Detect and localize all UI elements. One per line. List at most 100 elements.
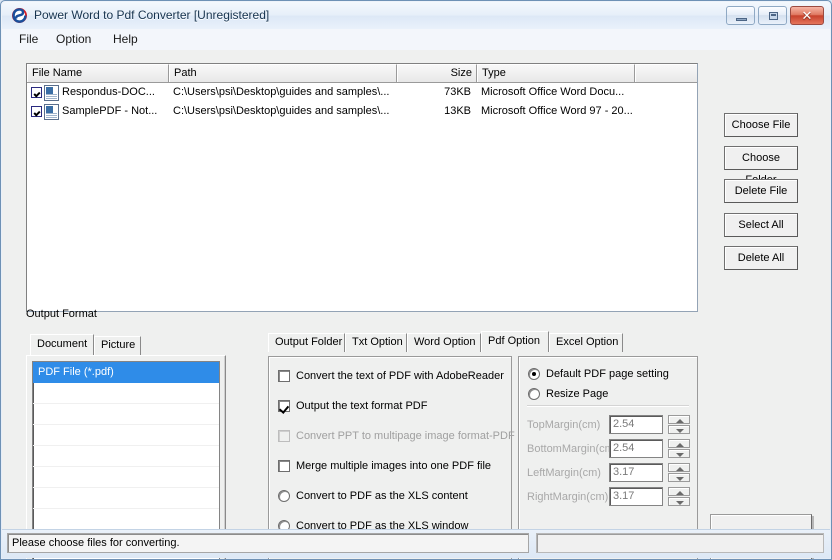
menu-item-file[interactable]: File (12, 32, 45, 47)
option-label: Default PDF page setting (546, 368, 669, 380)
window-title: Power Word to Pdf Converter [Unregistere… (34, 8, 270, 22)
option-output-text-format-pdf[interactable]: Output the text format PDF (278, 398, 427, 414)
window-controls: ✕ (726, 6, 824, 25)
word-document-icon (44, 103, 59, 120)
bottom-margin-label: BottomMargin(cm) (527, 442, 618, 455)
tab-txt-option[interactable]: Txt Option (345, 333, 407, 352)
option-label: Convert the text of PDF with AdobeReader (296, 370, 504, 382)
list-item[interactable]: PDF File (*.pdf) (33, 362, 219, 383)
stepper-up-icon[interactable] (668, 415, 690, 424)
option-pdf-xls-content[interactable]: Convert to PDF as the XLS content (278, 488, 468, 504)
left-margin-input[interactable]: 3.17 (609, 463, 663, 482)
list-item (33, 488, 219, 509)
row-checkbox[interactable] (31, 106, 42, 117)
option-convert-ppt-multipage: Convert PPT to multipage image format-PD… (278, 428, 515, 444)
maximize-icon (769, 12, 778, 20)
top-margin-stepper[interactable] (668, 415, 690, 434)
left-margin-stepper[interactable] (668, 463, 690, 482)
option-label: Convert PPT to multipage image format-PD… (296, 430, 515, 442)
right-margin-input[interactable]: 3.17 (609, 487, 663, 506)
margin-row-top: TopMargin(cm) 2.54 (527, 415, 690, 434)
stepper-up-icon[interactable] (668, 439, 690, 448)
delete-all-button[interactable]: Delete All (724, 246, 798, 270)
file-list-header: File Name Path Size Type (27, 64, 697, 83)
bottom-margin-stepper[interactable] (668, 439, 690, 458)
choose-file-button[interactable]: Choose File (724, 113, 798, 137)
select-all-button[interactable]: Select All (724, 213, 798, 237)
tab-excel-option[interactable]: Excel Option (549, 333, 623, 352)
file-type-cell: Microsoft Office Word Docu... (481, 86, 625, 98)
column-header-blank[interactable] (635, 64, 697, 82)
table-row[interactable]: SamplePDF - Not... C:\Users\psi\Desktop\… (27, 102, 697, 121)
file-list[interactable]: File Name Path Size Type Respondus-DOC..… (26, 63, 698, 312)
checkbox-icon[interactable] (278, 400, 290, 412)
right-margin-stepper[interactable] (668, 487, 690, 506)
list-item (33, 404, 219, 425)
close-button[interactable]: ✕ (790, 6, 824, 25)
app-window: Power Word to Pdf Converter [Unregistere… (0, 0, 832, 560)
list-item (33, 425, 219, 446)
minimize-button[interactable] (726, 6, 755, 25)
option-label: Output the text format PDF (296, 400, 428, 412)
top-margin-label: TopMargin(cm) (527, 418, 601, 431)
menu-item-help[interactable]: Help (106, 32, 145, 47)
option-convert-text-adobereader[interactable]: Convert the text of PDF with AdobeReader (278, 368, 504, 384)
radio-icon[interactable] (528, 368, 540, 380)
checkbox-icon[interactable] (278, 370, 290, 382)
bottom-margin-input[interactable]: 2.54 (609, 439, 663, 458)
stepper-down-icon[interactable] (668, 425, 690, 434)
column-header-file-name[interactable]: File Name (27, 64, 169, 82)
radio-icon[interactable] (528, 388, 540, 400)
file-name-cell: SamplePDF - Not... (27, 102, 169, 121)
table-row[interactable]: Respondus-DOC... C:\Users\psi\Desktop\gu… (27, 83, 697, 102)
word-document-icon (44, 84, 59, 101)
file-name-text: Respondus-DOC... (62, 86, 155, 98)
stepper-down-icon[interactable] (668, 473, 690, 482)
file-size-cell: 13KB (444, 105, 471, 117)
file-list-rows: Respondus-DOC... C:\Users\psi\Desktop\gu… (27, 83, 697, 311)
margin-row-bottom: BottomMargin(cm) 2.54 (527, 439, 690, 458)
column-header-path[interactable]: Path (169, 64, 397, 82)
file-type-cell: Microsoft Office Word 97 - 20... (481, 105, 633, 117)
margin-row-left: LeftMargin(cm) 3.17 (527, 463, 690, 482)
checkbox-icon[interactable] (278, 460, 290, 472)
minimize-icon (736, 18, 747, 21)
list-item (33, 446, 219, 467)
radio-default-pdf-page-setting[interactable]: Default PDF page setting (528, 366, 669, 382)
list-item (33, 509, 219, 530)
tab-output-folder[interactable]: Output Folder (268, 333, 345, 352)
radio-icon[interactable] (278, 490, 290, 502)
tab-pdf-option[interactable]: Pdf Option (481, 331, 549, 352)
file-path-cell: C:\Users\psi\Desktop\guides and samples\… (173, 86, 390, 98)
stepper-down-icon[interactable] (668, 449, 690, 458)
tab-picture[interactable]: Picture (94, 336, 141, 355)
menu-bar: File Option Help (2, 29, 830, 51)
option-label: Merge multiple images into one PDF file (296, 460, 492, 472)
status-secondary (536, 533, 824, 553)
checkbox-icon (278, 430, 290, 442)
tab-word-option[interactable]: Word Option (407, 333, 481, 352)
stepper-up-icon[interactable] (668, 463, 690, 472)
option-merge-images-one-pdf[interactable]: Merge multiple images into one PDF file (278, 458, 491, 474)
status-bar: Please choose files for converting. (2, 529, 830, 558)
radio-resize-page[interactable]: Resize Page (528, 386, 608, 402)
delete-file-button[interactable]: Delete File (724, 179, 798, 203)
option-tabstrip: Output Folder Txt Option Word Option Pdf… (268, 331, 623, 352)
list-item (33, 383, 219, 404)
column-header-size[interactable]: Size (397, 64, 477, 82)
tab-document[interactable]: Document (30, 334, 94, 355)
stepper-up-icon[interactable] (668, 487, 690, 496)
right-margin-label: RightMargin(cm) (527, 490, 609, 503)
maximize-button[interactable] (758, 6, 787, 25)
menu-item-option[interactable]: Option (49, 32, 98, 47)
app-logo-icon (11, 7, 28, 24)
title-bar: Power Word to Pdf Converter [Unregistere… (2, 2, 830, 30)
top-margin-input[interactable]: 2.54 (609, 415, 663, 434)
column-header-type[interactable]: Type (477, 64, 635, 82)
option-label: Resize Page (546, 388, 609, 400)
stepper-down-icon[interactable] (668, 497, 690, 506)
close-icon: ✕ (801, 8, 813, 23)
choose-folder-button[interactable]: Choose Folder (724, 146, 798, 186)
row-checkbox[interactable] (31, 87, 42, 98)
client-area: File Name Path Size Type Respondus-DOC..… (2, 50, 830, 559)
